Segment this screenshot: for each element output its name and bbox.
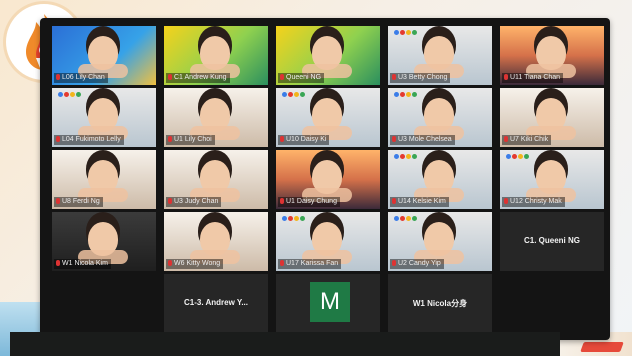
participant-name: Queeni NG [278, 73, 325, 83]
participant-name: U8 Ferdi Ng [54, 197, 103, 207]
mic-muted-icon [168, 260, 172, 266]
participant-tile[interactable]: U10 Daisy Ki [276, 88, 380, 147]
participant-tile[interactable]: U3 Mole Chelsea [388, 88, 492, 147]
mic-muted-icon [168, 198, 172, 204]
mic-muted-icon [392, 74, 396, 80]
participant-name: U1 Daisy Chung [278, 197, 340, 207]
participant-tile[interactable]: L04 Fukimoto Lelly [52, 88, 156, 147]
participant-name: U14 Kelsie Kim [390, 197, 449, 207]
participant-tile[interactable]: U3 Betty Chong [388, 26, 492, 85]
tile-label: C1. Queeni NG [523, 236, 580, 245]
mic-muted-icon [56, 260, 60, 266]
participant-tile[interactable]: U11 Tiana Chan [500, 26, 604, 85]
decor-dots [282, 216, 305, 221]
participant-name: U3 Judy Chan [166, 197, 222, 207]
participant-tile[interactable]: U7 Kiki Chik [500, 88, 604, 147]
mic-muted-icon [392, 198, 396, 204]
avatar: M [310, 282, 350, 322]
participant-name: U3 Mole Chelsea [390, 135, 455, 145]
participant-tile[interactable]: W1 Nicola Kim [52, 212, 156, 271]
decor-dots [58, 92, 81, 97]
participant-tile[interactable]: U1 Lily Choi [164, 88, 268, 147]
participant-tile[interactable]: Queeni NG [276, 26, 380, 85]
participant-tile[interactable]: U8 Ferdi Ng [52, 150, 156, 209]
participant-name: L06 Lily Chan [54, 73, 108, 83]
participant-name: U3 Betty Chong [390, 73, 451, 83]
mic-muted-icon [392, 136, 396, 142]
decor-dots [394, 92, 417, 97]
mic-muted-icon [504, 198, 508, 204]
participant-name: L04 Fukimoto Lelly [54, 135, 124, 145]
participant-tile[interactable]: U17 Karissa Fan [276, 212, 380, 271]
mic-muted-icon [392, 260, 396, 266]
name-only-tile[interactable]: W1 Nicola分身 [388, 274, 492, 333]
name-only-tile[interactable]: C1. Queeni NG [500, 212, 604, 271]
tile-label: C1-3. Andrew Y... [183, 298, 249, 307]
mic-muted-icon [56, 198, 60, 204]
participant-name: U12 Christy Mak [502, 197, 565, 207]
participant-name: U11 Tiana Chan [502, 73, 564, 83]
mic-muted-icon [168, 74, 172, 80]
brand-mark [580, 342, 624, 352]
mic-muted-icon [56, 74, 60, 80]
mic-muted-icon [280, 74, 284, 80]
name-only-tile[interactable]: C1-3. Andrew Y... [164, 274, 268, 333]
participant-name: U2 Candy Yip [390, 259, 444, 269]
decor-dots [394, 216, 417, 221]
participant-tile[interactable]: U1 Daisy Chung [276, 150, 380, 209]
participant-tile[interactable]: W6 Kitty Wong [164, 212, 268, 271]
participant-tile[interactable]: C1 Andrew Kung [164, 26, 268, 85]
mic-muted-icon [504, 136, 508, 142]
decor-dots [506, 154, 529, 159]
participant-grid: L06 Lily Chan C1 Andrew Kung Queeni NG U3 B… [52, 26, 604, 339]
participant-name: W6 Kitty Wong [166, 259, 224, 269]
mic-muted-icon [280, 198, 284, 204]
participant-tile[interactable]: U2 Candy Yip [388, 212, 492, 271]
participant-name: U1 Lily Choi [166, 135, 215, 145]
decor-dots [394, 30, 417, 35]
participant-name: U7 Kiki Chik [502, 135, 552, 145]
participant-name: C1 Andrew Kung [166, 73, 230, 83]
mic-muted-icon [280, 260, 284, 266]
avatar-tile[interactable]: M [276, 274, 380, 333]
decor-dots [394, 154, 417, 159]
mic-muted-icon [280, 136, 284, 142]
participant-tile[interactable]: L06 Lily Chan [52, 26, 156, 85]
participant-tile[interactable]: U12 Christy Mak [500, 150, 604, 209]
participant-name: U10 Daisy Ki [278, 135, 330, 145]
participant-name: U17 Karissa Fan [278, 259, 342, 269]
participant-name: W1 Nicola Kim [54, 259, 111, 269]
mic-muted-icon [56, 136, 60, 142]
caption-bar [10, 332, 560, 356]
decor-dots [282, 92, 305, 97]
participant-tile[interactable]: U14 Kelsie Kim [388, 150, 492, 209]
video-call-window: L06 Lily Chan C1 Andrew Kung Queeni NG U3 B… [40, 18, 610, 340]
mic-muted-icon [168, 136, 172, 142]
tile-label: W1 Nicola分身 [412, 299, 468, 308]
participant-tile[interactable]: U3 Judy Chan [164, 150, 268, 209]
mic-muted-icon [504, 74, 508, 80]
